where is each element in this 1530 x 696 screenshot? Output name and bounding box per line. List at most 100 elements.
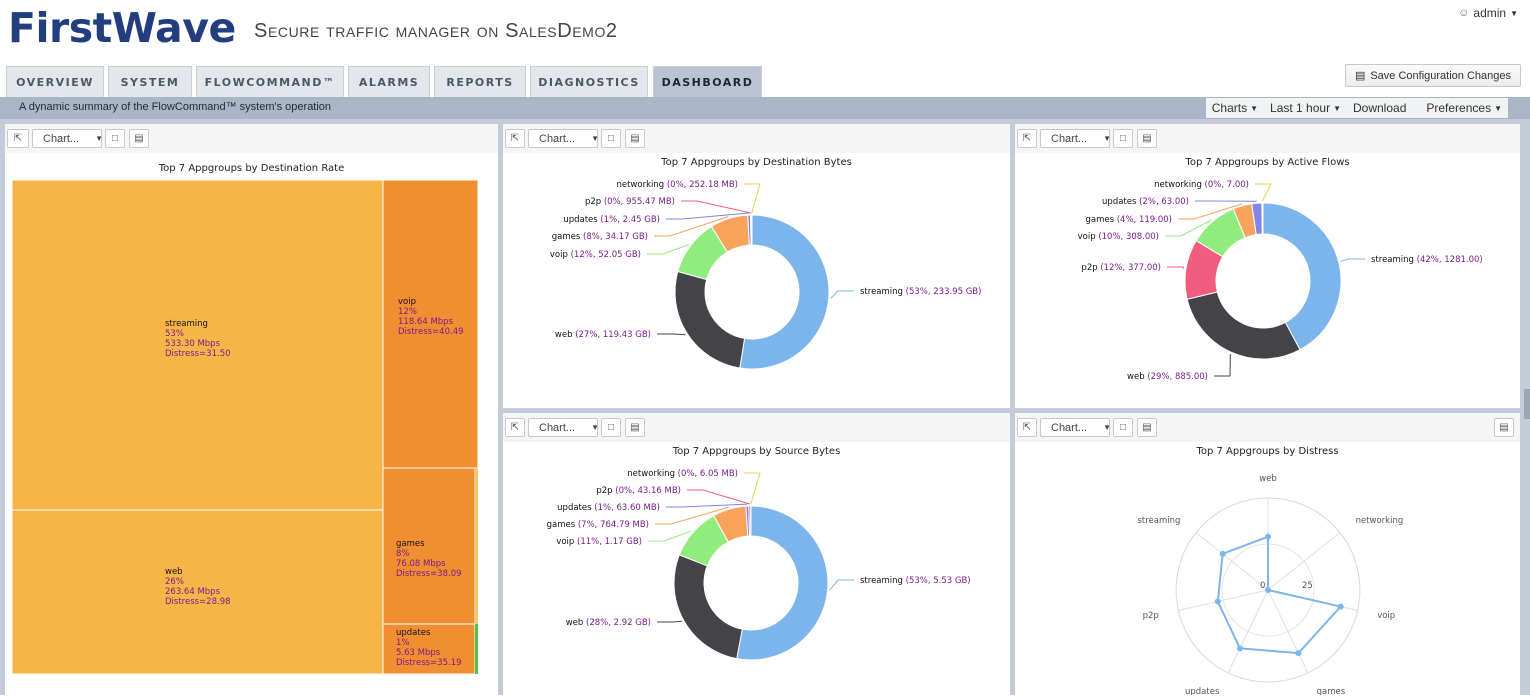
main-tab-bar: OVERVIEW SYSTEM FLOWCOMMAND™ ALARMS REPO…: [0, 62, 1530, 97]
chart-title: Top 7 Appgroups by Distress: [1015, 446, 1520, 457]
donut-label-value: (29%, 885.00): [1147, 372, 1208, 382]
donut-label-value: (12%, 377.00): [1100, 263, 1161, 273]
donut-label-value: (27%, 119.43 GB): [575, 330, 651, 340]
dashboard-controls: Charts▼ Last 1 hour▼ Download Preference…: [1206, 98, 1508, 118]
copy-icon[interactable]: □: [601, 129, 621, 148]
donut-label-value: (0%, 43.16 MB): [615, 486, 681, 496]
chevron-down-icon: ▼: [1510, 9, 1518, 18]
donut-label: p2p (0%, 955.47 MB): [585, 197, 675, 207]
treemap-cell-label: updates: [396, 628, 431, 638]
donut-label-value: (8%, 34.17 GB): [583, 232, 648, 242]
donut-label-value: (4%, 119.00): [1117, 215, 1172, 225]
polar-category-label: web: [1259, 474, 1277, 484]
donut-slice-web: [1187, 292, 1300, 359]
save-icon[interactable]: ▤: [1494, 418, 1514, 437]
chart-select[interactable]: Chart...▼: [1040, 129, 1110, 148]
donut-label-value: (0%, 252.18 MB): [667, 180, 738, 190]
donut-label: voip (12%, 52.05 GB): [550, 250, 641, 260]
polar-spoke: [1228, 590, 1268, 673]
donut-label: updates (1%, 63.60 MB): [557, 503, 660, 513]
save-icon[interactable]: ▤: [625, 418, 645, 437]
preferences-menu[interactable]: Preferences▼: [1420, 98, 1508, 118]
expand-icon[interactable]: ⇱: [1017, 129, 1037, 148]
chart-select-label: Chart...: [43, 133, 79, 145]
tab-reports[interactable]: REPORTS: [434, 66, 526, 97]
donut-connector: [687, 490, 750, 504]
save-configuration-label: Save Configuration Changes: [1370, 70, 1511, 82]
chevron-down-icon: ▼: [591, 134, 599, 143]
treemap-cell-label: Distress=40.49: [398, 327, 464, 337]
donut-label-name: updates: [557, 503, 594, 513]
expand-icon[interactable]: ⇱: [7, 129, 29, 148]
user-menu[interactable]: ☺ admin ▼: [1458, 6, 1518, 20]
tab-alarms[interactable]: ALARMS: [348, 66, 430, 97]
copy-icon[interactable]: □: [1113, 129, 1133, 148]
save-icon[interactable]: ▤: [129, 129, 149, 148]
donut-label-value: (0%, 955.47 MB): [604, 197, 675, 207]
copy-icon[interactable]: □: [1113, 418, 1133, 437]
donut-label-value: (12%, 52.05 GB): [571, 250, 641, 260]
donut-label: web (29%, 885.00): [1127, 372, 1208, 382]
donut-chart: streaming (53%, 233.95 GB)web (27%, 119.…: [503, 168, 1010, 408]
polar-series-point: [1265, 587, 1271, 593]
donut-label: web (28%, 2.92 GB): [566, 618, 651, 628]
donut-label: p2p (0%, 43.16 MB): [596, 486, 681, 496]
donut-label: games (4%, 119.00): [1085, 215, 1172, 225]
donut-label-value: (11%, 1.17 GB): [577, 537, 642, 547]
donut-slice-web: [674, 555, 742, 659]
donut-label-name: web: [566, 618, 586, 628]
tab-overview[interactable]: OVERVIEW: [6, 66, 104, 97]
expand-icon[interactable]: ⇱: [505, 129, 525, 148]
donut-connector: [1167, 267, 1184, 269]
donut-connector: [1255, 184, 1271, 201]
chevron-down-icon: ▼: [95, 134, 103, 143]
chart-select[interactable]: Chart...▼: [1040, 418, 1110, 437]
download-label: Download: [1353, 101, 1406, 115]
donut-label-name: streaming: [860, 287, 906, 297]
polar-category-label: p2p: [1143, 611, 1159, 621]
treemap-cell-label: 118.64 Mbps: [398, 317, 454, 327]
polar-series-point: [1237, 645, 1243, 651]
polar-category-label: voip: [1377, 611, 1395, 621]
firstwave-logo[interactable]: FirstWave: [8, 4, 236, 52]
copy-icon[interactable]: □: [105, 129, 125, 148]
save-icon[interactable]: ▤: [1137, 129, 1157, 148]
treemap-cell-label: 76.08 Mbps: [396, 559, 446, 569]
sidebar-collapse-handle[interactable]: [1524, 389, 1530, 419]
download-button[interactable]: Download: [1347, 98, 1412, 118]
tab-dashboard[interactable]: DASHBOARD: [653, 66, 762, 97]
donut-connector: [666, 504, 747, 507]
treemap-cell-label: 1%: [396, 638, 410, 648]
chart-select[interactable]: Chart... ▼: [32, 129, 102, 148]
treemap-cell-label: Distress=35.19: [396, 658, 462, 668]
chart-select[interactable]: Chart... ▼: [528, 129, 598, 148]
donut-label: voip (11%, 1.17 GB): [556, 537, 642, 547]
save-icon[interactable]: ▤: [1137, 418, 1157, 437]
time-range-menu[interactable]: Last 1 hour▼: [1264, 98, 1347, 118]
user-name: admin: [1473, 6, 1506, 20]
treemap-cell-label: 26%: [165, 577, 184, 587]
polar-chart: webnetworkingvoipgamesupdatesp2pstreamin…: [1015, 457, 1520, 695]
save-icon[interactable]: ▤: [625, 129, 645, 148]
tab-diagnostics[interactable]: DIAGNOSTICS: [530, 66, 648, 97]
chevron-down-icon: ▼: [591, 423, 599, 432]
polar-series-point: [1338, 604, 1344, 610]
charts-menu[interactable]: Charts▼: [1206, 98, 1264, 118]
chart-title: Top 7 Appgroups by Destination Bytes: [503, 157, 1010, 168]
tab-system[interactable]: SYSTEM: [108, 66, 192, 97]
expand-icon[interactable]: ⇱: [1017, 418, 1037, 437]
tab-flowcommand[interactable]: FLOWCOMMAND™: [196, 66, 344, 97]
chevron-down-icon: ▼: [1103, 134, 1111, 143]
charts-menu-label: Charts: [1212, 101, 1247, 115]
chart-select-label: Chart...: [539, 133, 575, 145]
dashboard-grid: ⇱ Chart... ▼ □ ▤ Top 7 Appgroups by Desti…: [0, 119, 1530, 695]
polar-tick-label: 0: [1260, 581, 1265, 591]
expand-icon[interactable]: ⇱: [505, 418, 525, 437]
copy-icon[interactable]: □: [601, 418, 621, 437]
polar-spoke: [1268, 590, 1308, 673]
donut-label-name: streaming: [860, 576, 906, 586]
save-configuration-button[interactable]: ▤ Save Configuration Changes: [1345, 64, 1521, 87]
donut-label: networking (0%, 252.18 MB): [616, 180, 738, 190]
chart-select[interactable]: Chart...▼: [528, 418, 598, 437]
donut-label: networking (0%, 6.05 MB): [627, 469, 738, 479]
